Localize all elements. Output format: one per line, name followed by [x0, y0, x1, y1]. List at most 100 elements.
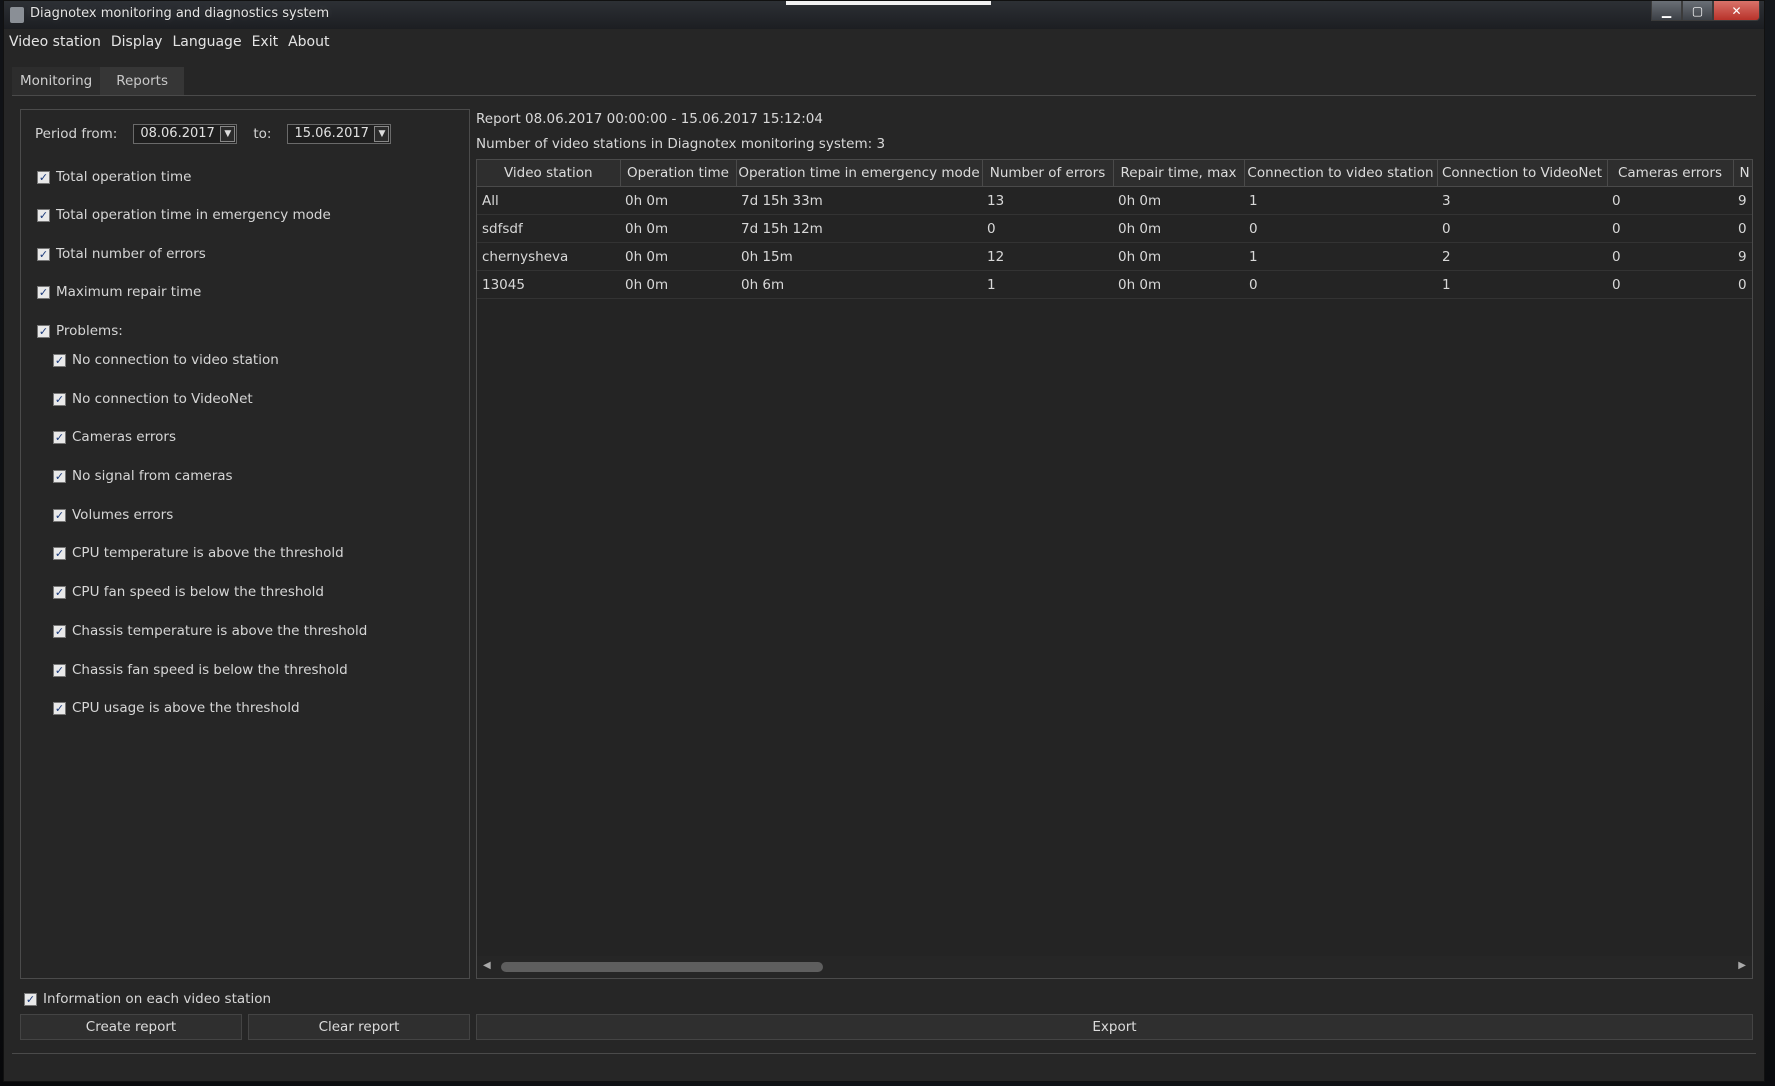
table-row[interactable]: chernysheva 0h 0m 0h 15m 12 0h 0m 1 2 0 … — [477, 242, 1752, 271]
table-row[interactable]: 13045 0h 0m 0h 6m 1 0h 0m 0 1 0 0 — [477, 270, 1752, 299]
menu-display[interactable]: Display — [106, 31, 168, 53]
checkbox[interactable]: ✓ — [53, 663, 66, 677]
column-header[interactable]: Connection to VideoNet — [1437, 160, 1608, 187]
problem-no-signal-cameras[interactable]: ✓ No signal from cameras — [53, 468, 233, 484]
tab-reports[interactable]: Reports — [100, 67, 184, 95]
scroll-right-icon[interactable]: ▶ — [1738, 960, 1746, 971]
option-max-repair-time[interactable]: ✓ Maximum repair time — [37, 284, 201, 300]
close-button[interactable]: ✕ — [1713, 1, 1760, 21]
problem-cpu-fan-speed[interactable]: ✓ CPU fan speed is below the threshold — [53, 584, 324, 600]
table-cell: 2 — [1437, 242, 1607, 271]
option-total-operation-time[interactable]: ✓ Total operation time — [37, 169, 191, 185]
table-cell: 1 — [982, 270, 1113, 299]
option-label: Cameras errors — [72, 429, 177, 445]
export-button[interactable]: Export — [476, 1014, 1753, 1040]
checkbox[interactable]: ✓ — [24, 992, 37, 1006]
date-to-value[interactable]: 15.06.2017 — [294, 126, 368, 141]
column-header[interactable]: Number of errors — [982, 160, 1114, 187]
table-row[interactable]: All 0h 0m 7d 15h 33m 13 0h 0m 1 3 0 9 — [477, 186, 1752, 215]
option-info-each-station[interactable]: ✓ Information on each video station — [24, 991, 271, 1007]
table-cell: 0 — [1607, 270, 1733, 299]
column-header[interactable]: Video station — [477, 160, 621, 187]
scroll-left-icon[interactable]: ◀ — [483, 960, 491, 971]
problem-no-connection-video-station[interactable]: ✓ No connection to video station — [53, 352, 279, 368]
checkbox[interactable]: ✓ — [53, 469, 66, 483]
table-cell: 0h 6m — [736, 270, 982, 299]
tab-bar: Monitoring Reports — [12, 67, 184, 95]
chevron-down-icon[interactable]: ▼ — [374, 126, 390, 142]
table-cell: 0h 15m — [736, 242, 982, 271]
chevron-down-icon[interactable]: ▼ — [220, 126, 236, 142]
scrollbar-thumb[interactable] — [501, 962, 823, 972]
window-controls: ▁ ▢ ✕ — [1651, 1, 1760, 21]
table-cell: 0h 0m — [1113, 270, 1244, 299]
checkbox[interactable]: ✓ — [37, 170, 50, 184]
problem-cpu-usage[interactable]: ✓ CPU usage is above the threshold — [53, 700, 300, 716]
column-header[interactable]: Connection to video station — [1244, 160, 1438, 187]
column-header[interactable]: Operation time in emergency mode — [736, 160, 983, 187]
menu-language[interactable]: Language — [167, 31, 246, 53]
column-header[interactable]: Operation time — [620, 160, 737, 187]
table-cell: 0 — [1733, 270, 1752, 299]
column-header[interactable]: N — [1733, 160, 1752, 187]
problem-cameras-errors[interactable]: ✓ Cameras errors — [53, 429, 176, 445]
checkbox[interactable]: ✓ — [53, 430, 66, 444]
menu-about[interactable]: About — [283, 31, 334, 53]
option-label: No connection to VideoNet — [72, 391, 253, 407]
checkbox[interactable]: ✓ — [37, 324, 50, 338]
horizontal-scrollbar[interactable]: ◀ ▶ — [477, 956, 1752, 978]
option-total-emergency-time[interactable]: ✓ Total operation time in emergency mode — [37, 207, 331, 223]
period-selector: Period from: 08.06.2017 ▼ to: 15.06.2017… — [35, 124, 407, 144]
table-cell: 13045 — [477, 270, 620, 299]
option-problems[interactable]: ✓ Problems: — [37, 323, 123, 339]
menu-video-station[interactable]: Video station — [4, 31, 106, 53]
column-header[interactable]: Cameras errors — [1607, 160, 1734, 187]
checkbox[interactable]: ✓ — [37, 208, 50, 222]
clear-report-button[interactable]: Clear report — [248, 1014, 470, 1040]
table-cell: 0h 0m — [620, 186, 736, 215]
checkbox[interactable]: ✓ — [53, 546, 66, 560]
option-label: Total operation time in emergency mode — [56, 207, 331, 223]
maximize-button[interactable]: ▢ — [1682, 1, 1713, 21]
minimize-button[interactable]: ▁ — [1651, 1, 1682, 21]
problem-cpu-temperature[interactable]: ✓ CPU temperature is above the threshold — [53, 545, 344, 561]
checkbox[interactable]: ✓ — [53, 508, 66, 522]
option-label: No connection to video station — [72, 352, 279, 368]
checkbox[interactable]: ✓ — [53, 624, 66, 638]
checkbox[interactable]: ✓ — [53, 701, 66, 715]
table-cell: sdfsdf — [477, 214, 620, 243]
checkbox[interactable]: ✓ — [53, 585, 66, 599]
option-total-errors[interactable]: ✓ Total number of errors — [37, 246, 206, 262]
title-bar[interactable]: Diagnotex monitoring and diagnostics sys… — [4, 1, 1764, 29]
table-cell: 12 — [982, 242, 1113, 271]
table-cell: 0 — [1244, 270, 1437, 299]
table-cell: 0 — [1244, 214, 1437, 243]
problem-chassis-fan-speed[interactable]: ✓ Chassis fan speed is below the thresho… — [53, 662, 348, 678]
column-header[interactable]: Repair time, max — [1113, 160, 1245, 187]
table-cell: 0h 0m — [1113, 214, 1244, 243]
window-title: Diagnotex monitoring and diagnostics sys… — [30, 6, 330, 21]
checkbox[interactable]: ✓ — [53, 353, 66, 367]
create-report-button[interactable]: Create report — [20, 1014, 242, 1040]
problem-chassis-temperature[interactable]: ✓ Chassis temperature is above the thres… — [53, 623, 367, 639]
tab-monitoring[interactable]: Monitoring — [12, 67, 101, 95]
checkbox[interactable]: ✓ — [37, 247, 50, 261]
problem-no-connection-videonet[interactable]: ✓ No connection to VideoNet — [53, 391, 253, 407]
option-label: CPU temperature is above the threshold — [72, 545, 344, 561]
option-label: CPU usage is above the threshold — [72, 700, 300, 716]
table-row[interactable]: sdfsdf 0h 0m 7d 15h 12m 0 0h 0m 0 0 0 0 — [477, 214, 1752, 243]
date-to-picker[interactable]: 15.06.2017 ▼ — [287, 124, 392, 144]
table-cell: chernysheva — [477, 242, 620, 271]
option-label: Chassis fan speed is below the threshold — [72, 662, 348, 678]
report-station-count: Number of video stations in Diagnotex mo… — [476, 136, 886, 152]
period-from-label: Period from: — [35, 126, 118, 142]
checkbox[interactable]: ✓ — [53, 392, 66, 406]
date-from-picker[interactable]: 08.06.2017 ▼ — [133, 124, 238, 144]
checkbox[interactable]: ✓ — [37, 285, 50, 299]
table-cell: All — [477, 186, 620, 215]
date-from-value[interactable]: 08.06.2017 — [140, 126, 214, 141]
problem-volumes-errors[interactable]: ✓ Volumes errors — [53, 507, 173, 523]
menu-exit[interactable]: Exit — [247, 31, 284, 53]
report-table-container: Video station Operation time Operation t… — [476, 159, 1753, 979]
status-bar-divider — [12, 1053, 1756, 1054]
